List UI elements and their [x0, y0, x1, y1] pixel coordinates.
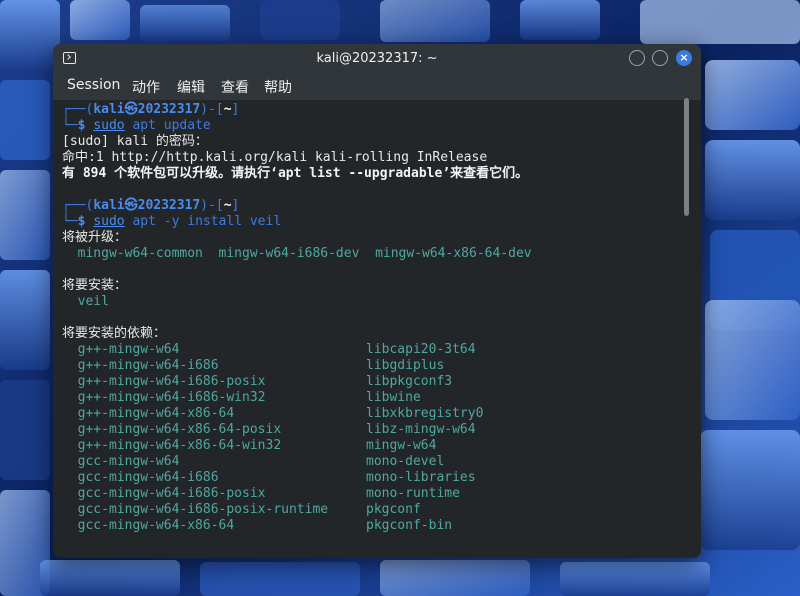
prompt-frame: )-[	[200, 102, 224, 117]
title-bar[interactable]: kali@20232317: ~ ×	[53, 44, 701, 76]
prompt-user: kali㉿20232317	[93, 102, 201, 117]
close-button[interactable]: ×	[676, 50, 692, 66]
output-line: 命中:1 http://http.kali.org/kali kali-roll…	[62, 150, 488, 165]
menu-edit[interactable]: 编辑	[177, 77, 205, 97]
menu-help[interactable]: 帮助	[264, 77, 292, 97]
dep-item: g++-mingw-w64-x86-64	[62, 406, 235, 421]
command-text: apt update	[124, 118, 211, 133]
terminal-window: kali@20232317: ~ × Session 动作 编辑 查看 帮助 ┌…	[53, 44, 701, 558]
prompt-frame: )-[	[200, 198, 224, 213]
prompt-dir: ~	[223, 102, 232, 117]
dep-item: g++-mingw-w64-i686-posix	[62, 374, 266, 389]
dep-item: g++-mingw-w64-x86-64-win32	[62, 438, 282, 453]
prompt-frame: ]	[231, 198, 240, 213]
dep-item: g++-mingw-w64-i686	[62, 358, 219, 373]
menu-session[interactable]: Session	[67, 77, 120, 93]
dep-item: libpkgconf3	[366, 374, 453, 389]
prompt-frame: └─	[62, 118, 78, 133]
menu-view[interactable]: 查看	[221, 77, 249, 97]
prompt-line: ┌──(kali㉿20232317)-[~]	[62, 198, 239, 214]
dep-item: gcc-mingw-w64-x86-64	[62, 518, 235, 533]
scrollbar-thumb[interactable]	[684, 98, 689, 216]
dep-item: mono-runtime	[366, 486, 460, 501]
output-line: [sudo] kali 的密码：	[62, 134, 208, 149]
prompt-frame: ┌──(	[62, 102, 94, 117]
prompt-user: kali㉿20232317	[93, 198, 201, 213]
output-line: 有 894 个软件包可以升级。请执行‘apt list --upgradable…	[62, 166, 529, 181]
install-header: 将要安装：	[62, 278, 128, 293]
dep-item: gcc-mingw-w64-i686	[62, 470, 219, 485]
install-list: veil	[62, 294, 109, 309]
dep-item: gcc-mingw-w64-i686-posix-runtime	[62, 502, 329, 517]
dep-item: g++-mingw-w64	[62, 342, 180, 357]
menu-actions[interactable]: 动作	[132, 77, 160, 97]
dep-item: mono-devel	[366, 454, 445, 469]
menu-bar: Session 动作 编辑 查看 帮助	[53, 76, 701, 100]
prompt-line: ┌──(kali㉿20232317)-[~]	[62, 102, 239, 118]
upgrade-header: 将被升级：	[62, 230, 128, 245]
window-title: kali@20232317: ~	[316, 51, 438, 66]
upgrade-list: mingw-w64-common mingw-w64-i686-dev ming…	[62, 246, 532, 261]
dep-item: pkgconf	[366, 502, 421, 517]
dep-item: libwine	[366, 390, 421, 405]
dep-item: mono-libraries	[366, 470, 476, 485]
dep-item: libxkbregistry0	[366, 406, 484, 421]
dep-item: libz-mingw-w64	[366, 422, 476, 437]
minimize-button[interactable]	[629, 50, 645, 66]
deps-header: 将要安装的依赖：	[62, 326, 167, 341]
command-line: └─$ sudo apt -y install veil	[62, 214, 281, 230]
prompt-dir: ~	[223, 198, 232, 213]
dep-item: libgdiplus	[366, 358, 445, 373]
maximize-button[interactable]	[652, 50, 668, 66]
command-text: apt -y install veil	[124, 214, 282, 229]
dep-item: gcc-mingw-w64	[62, 454, 180, 469]
dep-item: g++-mingw-w64-i686-win32	[62, 390, 266, 405]
dep-item: pkgconf-bin	[366, 518, 453, 533]
prompt-frame: └─	[62, 214, 78, 229]
dep-item: gcc-mingw-w64-i686-posix	[62, 486, 266, 501]
command-sudo: sudo	[93, 118, 125, 133]
close-icon: ×	[679, 51, 689, 64]
prompt-frame: ┌──(	[62, 198, 94, 213]
dep-item: mingw-w64	[366, 438, 437, 453]
command-sudo: sudo	[93, 214, 125, 229]
prompt-frame: ]	[231, 102, 240, 117]
command-line: └─$ sudo apt update	[62, 118, 211, 134]
dep-item: g++-mingw-w64-x86-64-posix	[62, 422, 282, 437]
terminal-output[interactable]: ┌──(kali㉿20232317)-[~] └─$ sudo apt upda…	[53, 100, 701, 558]
dep-item: libcapi20-3t64	[366, 342, 476, 357]
